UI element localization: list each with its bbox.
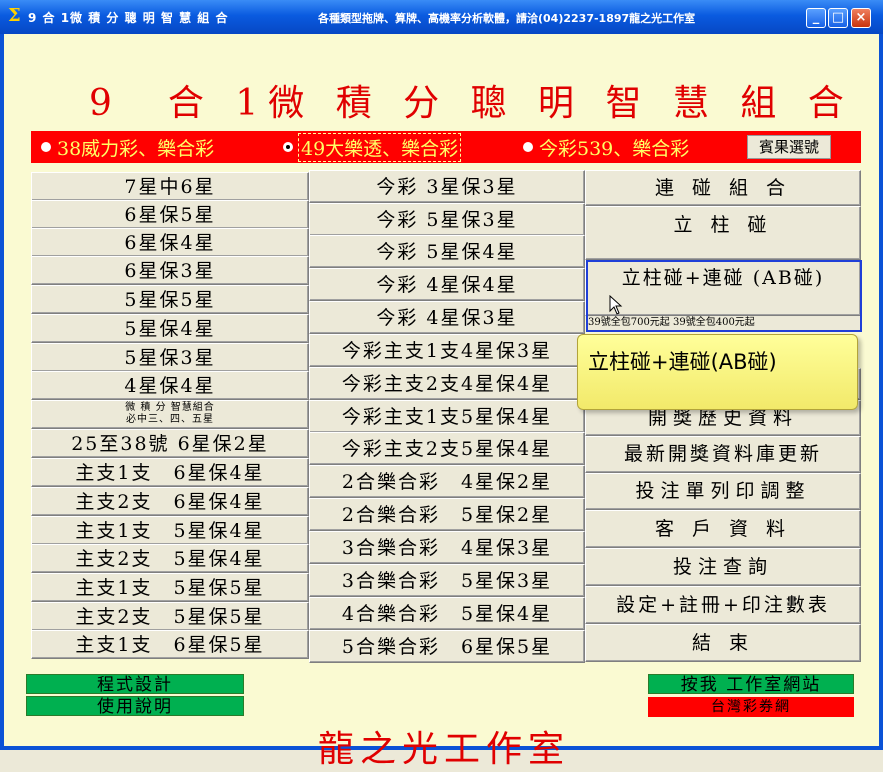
col1-button-7[interactable]: 4星保4星 [31, 371, 309, 400]
col2-button-3[interactable]: 今彩 4星保4星 [309, 268, 585, 301]
col1-button-11[interactable]: 主支2支 6星保4星 [31, 487, 309, 516]
col1-button-13[interactable]: 主支2支 5星保4星 [31, 544, 309, 573]
col3-button-6[interactable]: 投注單列印調整 [585, 473, 861, 510]
col1-button-12[interactable]: 主支1支 5星保4星 [31, 516, 309, 545]
col1-button-8[interactable]: 微 積 分 智慧組合 必中三、四、五星 [31, 400, 309, 429]
radio-lotto649[interactable]: 49大樂透、樂合彩 [283, 132, 462, 162]
price-hint-text: 39號全包700元起 39號全包400元起 [588, 316, 860, 330]
radio-dot-icon [523, 142, 533, 152]
col3-button-9[interactable]: 設定+註冊+印注數表 [585, 586, 861, 624]
radio-label: 38威力彩、樂合彩 [57, 137, 215, 160]
col2-button-4[interactable]: 今彩 4星保3星 [309, 301, 585, 334]
maximize-button[interactable]: □ [828, 8, 848, 28]
col2-button-11[interactable]: 3合樂合彩 4星保3星 [309, 531, 585, 564]
radio-dot-icon [41, 142, 51, 152]
col3-button-5[interactable]: 最新開獎資料庫更新 [585, 436, 861, 473]
taiwan-lottery-button[interactable]: 台灣彩券網 [648, 697, 854, 717]
radio-label: 49大樂透、樂合彩 [297, 132, 462, 162]
col2-button-14[interactable]: 5合樂合彩 6星保5星 [309, 630, 585, 663]
col2-button-9[interactable]: 2合樂合彩 4星保2星 [309, 465, 585, 498]
col2-button-2[interactable]: 今彩 5星保4星 [309, 235, 585, 268]
user-manual-button[interactable]: 使用說明 [26, 696, 244, 717]
col1-button-15[interactable]: 主支2支 5星保5星 [31, 602, 309, 631]
title-ad-text: 各種類型拖牌、算牌、高機率分析軟體，請洽(04)2237-1897龍之光工作室 [318, 12, 696, 25]
col1-button-14[interactable]: 主支1支 5星保5星 [31, 573, 309, 602]
program-design-button[interactable]: 程式設計 [26, 674, 244, 695]
bingo-pick-button[interactable]: 賓果選號 [747, 135, 831, 159]
col1-button-10[interactable]: 主支1支 6星保4星 [31, 458, 309, 487]
col1-button-9[interactable]: 25至38號 6星保2星 [31, 429, 309, 458]
close-button[interactable]: × [851, 8, 871, 28]
col1-button-0[interactable]: 7星中6星 [31, 172, 309, 201]
col2-button-6[interactable]: 今彩主支2支4星保4星 [309, 367, 585, 400]
radio-label: 今彩539、樂合彩 [539, 137, 690, 160]
col3-button-0[interactable]: 連 碰 組 合 [585, 170, 861, 206]
col2-button-1[interactable]: 今彩 5星保3星 [309, 203, 585, 236]
minimize-button[interactable]: _ [806, 8, 826, 28]
col3-button-1[interactable]: 立 柱 碰 [585, 206, 861, 260]
title-bar[interactable]: Σ 9 合 1微 積 分 聰 明 智 慧 組 合 各種類型拖牌、算牌、高機率分析… [0, 0, 883, 34]
col2-button-0[interactable]: 今彩 3星保3星 [309, 170, 585, 203]
window-title: 9 合 1微 積 分 聰 明 智 慧 組 合 [28, 11, 229, 25]
col3-button-8[interactable]: 投注查詢 [585, 548, 861, 586]
col1-button-2[interactable]: 6星保4星 [31, 228, 309, 257]
col1-button-3[interactable]: 6星保3星 [31, 256, 309, 285]
col1-button-1[interactable]: 6星保5星 [31, 200, 309, 229]
col1-button-5[interactable]: 5星保4星 [31, 314, 309, 343]
studio-website-button[interactable]: 按我 工作室網站 [648, 674, 854, 695]
col2-button-8[interactable]: 今彩主支2支5星保4星 [309, 432, 585, 465]
col1-button-4[interactable]: 5星保5星 [31, 285, 309, 314]
radio-powerball[interactable]: 38威力彩、樂合彩 [41, 134, 214, 160]
main-panel: 9 合 1微 積 分 聰 明 智 慧 組 合 38威力彩、樂合彩 49大樂透、樂… [4, 34, 879, 770]
mouse-cursor-icon [609, 295, 623, 315]
col3-button-10[interactable]: 結 束 [585, 624, 861, 662]
col2-button-7[interactable]: 今彩主支1支5星保4星 [309, 400, 585, 433]
col2-button-13[interactable]: 4合樂合彩 5星保4星 [309, 597, 585, 630]
col1-button-16[interactable]: 主支1支 6星保5星 [31, 630, 309, 659]
game-selector-bar: 38威力彩、樂合彩 49大樂透、樂合彩 今彩539、樂合彩 賓果選號 [31, 131, 861, 163]
col2-button-12[interactable]: 3合樂合彩 5星保3星 [309, 564, 585, 597]
col1-button-6[interactable]: 5星保3星 [31, 343, 309, 372]
radio-dot-selected-icon [283, 142, 293, 152]
radio-539[interactable]: 今彩539、樂合彩 [523, 134, 689, 160]
sigma-app-icon: Σ [8, 5, 21, 26]
col2-button-10[interactable]: 2合樂合彩 5星保2星 [309, 498, 585, 531]
col2-button-5[interactable]: 今彩主支1支4星保3星 [309, 334, 585, 367]
studio-name: 龍之光工作室 [317, 729, 570, 770]
col3-button-7[interactable]: 客 戶 資 料 [585, 510, 861, 548]
tooltip: 立柱碰+連碰(AB碰) [577, 334, 858, 410]
app-window: Σ 9 合 1微 積 分 聰 明 智 慧 組 合 各種類型拖牌、算牌、高機率分析… [0, 0, 883, 770]
